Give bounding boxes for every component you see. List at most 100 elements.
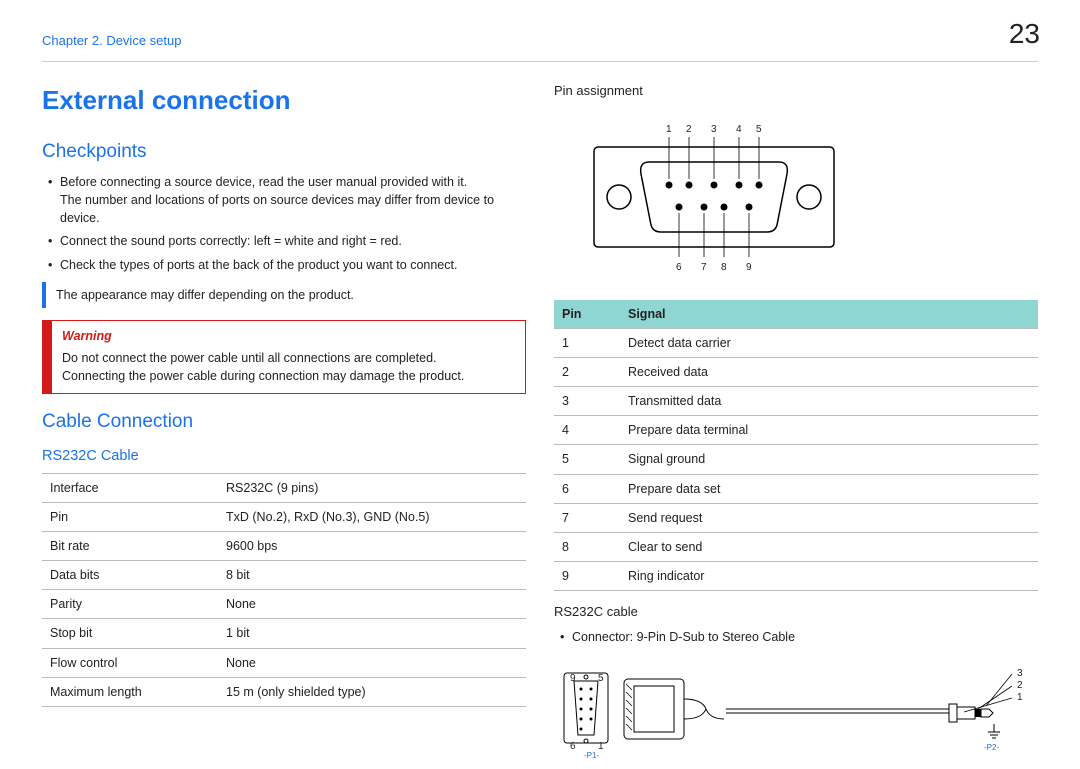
table-cell: Send request [620,503,1038,532]
jack-label-1: 1 [1017,692,1023,703]
table-cell: Detect data carrier [620,328,1038,357]
table-cell: 15 m (only shielded type) [218,677,526,706]
table-row: 5Signal ground [554,445,1038,474]
cable-bullet-list: Connector: 9-Pin D-Sub to Stereo Cable [554,628,1038,646]
warning-callout: Warning Do not connect the power cable u… [42,320,526,394]
table-cell: Prepare data terminal [620,416,1038,445]
dsub-connector-icon: 12345 6789 [564,107,864,287]
jack-label-2: 2 [1017,680,1023,691]
list-item: Before connecting a source device, read … [48,173,526,227]
table-row: ParityNone [42,590,526,619]
pin-signal-table: Pin Signal 1Detect data carrier2Received… [554,300,1038,591]
table-cell: Transmitted data [620,387,1038,416]
page-number: 23 [1009,14,1040,55]
checkpoints-heading: Checkpoints [42,138,526,166]
right-column: Pin assignment 12345 6789 [554,82,1038,769]
svg-text:7: 7 [701,262,707,273]
table-row: 6Prepare data set [554,474,1038,503]
table-cell: 8 [554,532,620,561]
table-row: 2Received data [554,358,1038,387]
svg-text:3: 3 [711,124,717,135]
list-text: Before connecting a source device, read … [60,175,467,189]
list-item: Check the types of ports at the back of … [48,256,526,274]
svg-text:8: 8 [721,262,727,273]
table-cell: Data bits [42,561,218,590]
table-cell: 6 [554,474,620,503]
table-row: 7Send request [554,503,1038,532]
list-text: Connector: 9-Pin D-Sub to Stereo Cable [572,630,795,644]
table-cell: 2 [554,358,620,387]
table-cell: Signal ground [620,445,1038,474]
table-row: 4Prepare data terminal [554,416,1038,445]
cable-icon: 9 5 6 1 -P1- [554,654,1034,764]
table-cell: RS232C (9 pins) [218,473,526,502]
table-cell: 5 [554,445,620,474]
two-column-layout: External connection Checkpoints Before c… [42,82,1038,769]
manual-page: 23 Chapter 2. Device setup External conn… [0,0,1080,763]
svg-text:5: 5 [756,124,762,135]
table-cell: Stop bit [42,619,218,648]
table-cell: Received data [620,358,1038,387]
p2-label: -P2- [984,743,999,752]
svg-text:2: 2 [686,124,692,135]
table-row: Bit rate9600 bps [42,532,526,561]
svg-text:1: 1 [666,124,672,135]
table-cell: None [218,648,526,677]
table-cell: 4 [554,416,620,445]
table-cell: Clear to send [620,532,1038,561]
divider [42,61,1038,62]
table-row: Flow controlNone [42,648,526,677]
checkpoints-list: Before connecting a source device, read … [42,173,526,274]
breadcrumb: Chapter 2. Device setup [42,32,1038,51]
table-row: Maximum length15 m (only shielded type) [42,677,526,706]
warning-line: Do not connect the power cable until all… [62,349,515,367]
table-cell: None [218,590,526,619]
table-row: 1Detect data carrier [554,328,1038,357]
table-cell: Ring indicator [620,561,1038,590]
warning-line: Connecting the power cable during connec… [62,367,515,385]
table-cell: 9600 bps [218,532,526,561]
list-text: Connect the sound ports correctly: left … [60,234,402,248]
table-cell: 8 bit [218,561,526,590]
svg-text:4: 4 [736,124,742,135]
table-cell: 7 [554,503,620,532]
table-cell: TxD (No.2), RxD (No.3), GND (No.5) [218,502,526,531]
connector-diagram: 12345 6789 [564,107,1038,292]
dsub-label-tr: 5 [598,673,604,684]
note-callout: The appearance may differ depending on t… [42,282,526,308]
table-cell: Maximum length [42,677,218,706]
p1-label: -P1- [584,751,599,760]
list-item: Connect the sound ports correctly: left … [48,232,526,250]
rs232c-spec-table: InterfaceRS232C (9 pins)PinTxD (No.2), R… [42,473,526,707]
rs232c-cable-heading: RS232C Cable [42,446,526,467]
page-title: External connection [42,82,526,120]
table-row: Stop bit1 bit [42,619,526,648]
table-cell: Pin [42,502,218,531]
warning-label: Warning [62,327,515,345]
table-row: Data bits8 bit [42,561,526,590]
table-row: 8Clear to send [554,532,1038,561]
cable-diagram: 9 5 6 1 -P1- [554,654,1038,769]
note-text: The appearance may differ depending on t… [56,288,354,302]
table-cell: 3 [554,387,620,416]
table-cell: 9 [554,561,620,590]
svg-text:6: 6 [676,262,682,273]
table-cell: 1 bit [218,619,526,648]
table-row: PinTxD (No.2), RxD (No.3), GND (No.5) [42,502,526,531]
table-cell: Flow control [42,648,218,677]
dsub-label-tl: 9 [570,673,576,684]
table-cell: Interface [42,473,218,502]
left-column: External connection Checkpoints Before c… [42,82,526,769]
table-cell: 1 [554,328,620,357]
list-item: Connector: 9-Pin D-Sub to Stereo Cable [560,628,1038,646]
table-cell: Bit rate [42,532,218,561]
pin-col-header: Pin [554,300,620,329]
pin-assignment-heading: Pin assignment [554,82,1038,101]
table-row: 3Transmitted data [554,387,1038,416]
table-cell: Parity [42,590,218,619]
cable-connection-heading: Cable Connection [42,408,526,436]
rs232c-cable-subheading: RS232C cable [554,603,1038,622]
jack-label-3: 3 [1017,668,1023,679]
table-row: 9Ring indicator [554,561,1038,590]
signal-col-header: Signal [620,300,1038,329]
